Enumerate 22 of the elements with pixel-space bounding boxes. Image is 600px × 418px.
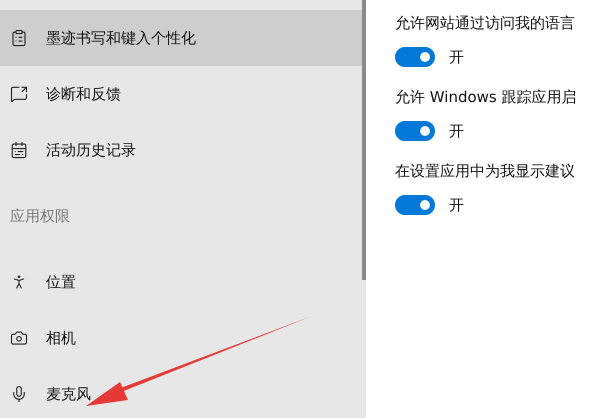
microphone-icon [10, 385, 28, 403]
setting-label: 允许 Windows 跟踪应用启 [395, 88, 578, 107]
toggle-switch[interactable] [395, 47, 435, 67]
camera-icon [10, 329, 28, 347]
calendar-icon [10, 141, 28, 159]
scrollbar[interactable] [362, 0, 366, 280]
section-header: 应用权限 [9, 206, 71, 226]
sidebar-item[interactable]: 位置 [0, 254, 362, 310]
sidebar-item[interactable]: 麦克风 [0, 366, 362, 418]
setting-label: 允许网站通过访问我的语言 [395, 14, 576, 33]
sidebar-item[interactable]: 墨迹书写和键入个性化 [0, 10, 362, 66]
toggle-state: 开 [449, 48, 464, 66]
toggle-state: 开 [449, 122, 464, 140]
toggle-switch[interactable] [395, 195, 435, 215]
clipboard-icon [10, 29, 28, 47]
setting-label: 在设置应用中为我显示建议 [395, 162, 576, 181]
toggle-switch[interactable] [395, 121, 435, 141]
sidebar-item[interactable]: 活动历史记录 [0, 122, 362, 178]
toggle-state: 开 [449, 196, 464, 214]
sidebar-item[interactable]: 诊断和反馈 [0, 66, 362, 122]
sidebar-item[interactable]: 相机 [0, 310, 362, 366]
chat-icon [10, 85, 28, 103]
